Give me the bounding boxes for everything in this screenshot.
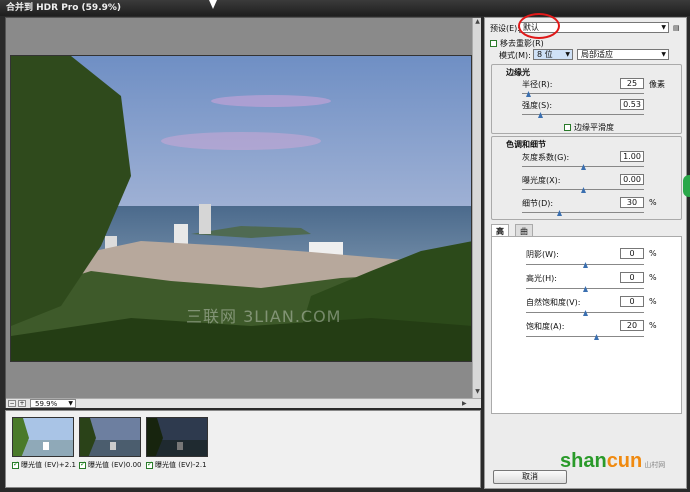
side-tab-icon xyxy=(683,175,690,197)
highlight-slider-thumb[interactable] xyxy=(583,286,588,292)
edge-smooth-label: 边缘平滑度 xyxy=(574,123,614,132)
thumbnail-item[interactable]: 曝光值 (EV)-2.1 xyxy=(146,417,210,475)
remove-ghost-checkbox[interactable] xyxy=(490,40,497,47)
exposure-input[interactable]: 0.00 xyxy=(620,174,644,185)
thumbnail-item[interactable]: 曝光值 (EV)0.00 xyxy=(79,417,143,475)
site-logo: shancun 山村网 xyxy=(560,450,665,473)
zoom-level-value: 59.9% xyxy=(35,400,58,408)
preset-menu-icon[interactable]: ▤ xyxy=(673,24,680,32)
vibrance-slider-thumb[interactable] xyxy=(583,310,588,316)
bit-depth-dropdown[interactable]: 8 位 ▼ xyxy=(533,49,573,60)
highlight-label: 高光(H): xyxy=(526,274,557,283)
preset-label: 预设(E): xyxy=(490,24,520,33)
method-value: 局部适应 xyxy=(581,50,613,59)
saturation-input[interactable]: 20 xyxy=(620,320,644,331)
zoom-out-icon[interactable]: − xyxy=(8,400,16,407)
radius-slider[interactable] xyxy=(522,91,644,97)
saturation-slider-thumb[interactable] xyxy=(594,334,599,340)
zoom-level-dropdown[interactable]: 59.9% ▼ xyxy=(30,399,76,408)
shadow-unit: % xyxy=(649,249,657,258)
edge-smooth-checkbox[interactable] xyxy=(564,124,571,131)
thumbnail-checkbox[interactable] xyxy=(79,460,86,469)
mode-label: 模式(M): xyxy=(499,51,531,60)
gamma-slider[interactable] xyxy=(522,164,644,170)
radius-unit: 像素 xyxy=(649,80,665,89)
detail-slider-thumb[interactable] xyxy=(557,210,562,216)
thumbnail-label: 曝光值 (EV)+2.1 xyxy=(21,461,76,469)
hdr-settings-panel: 预设(E): 默认 ▼ ▤ 移去重影(R) 模式(M): 8 位 ▼ 局部适应 … xyxy=(484,17,687,489)
thumbnail-item[interactable]: 曝光值 (EV)+2.1 xyxy=(12,417,76,475)
detail-input[interactable]: 30 xyxy=(620,197,644,208)
vibrance-unit: % xyxy=(649,297,657,306)
gamma-input[interactable]: 1.00 xyxy=(620,151,644,162)
thumbnail-checkbox[interactable] xyxy=(12,460,19,469)
advanced-tab-content: 阴影(W): 0 % 高光(H): 0 % 自然饱和度(V): 0 % 饱和度(… xyxy=(491,236,682,414)
tone-detail-title: 色调和细节 xyxy=(506,140,546,149)
thumbnail-label: 曝光值 (EV)0.00 xyxy=(88,461,142,469)
remove-ghost-label: 移去重影(R) xyxy=(500,39,544,48)
highlight-input[interactable]: 0 xyxy=(620,272,644,283)
tab-curve[interactable]: 曲线 xyxy=(515,224,533,247)
vibrance-input[interactable]: 0 xyxy=(620,296,644,307)
thumbnail-image xyxy=(146,417,208,457)
radius-label: 半径(R): xyxy=(522,80,553,89)
vibrance-slider[interactable] xyxy=(526,310,644,316)
shadow-label: 阴影(W): xyxy=(526,250,559,259)
highlight-unit: % xyxy=(649,273,657,282)
preview-vertical-scrollbar[interactable]: ▲ ▼ xyxy=(472,18,481,398)
strength-slider-thumb[interactable] xyxy=(538,112,543,118)
cancel-button[interactable]: 取消 xyxy=(493,470,567,484)
zoom-in-icon[interactable]: + xyxy=(18,400,26,407)
chevron-down-icon: ▼ xyxy=(565,51,570,58)
bit-depth-value: 8 位 xyxy=(537,50,553,59)
gamma-slider-thumb[interactable] xyxy=(581,164,586,170)
watermark-text: 三联网 3LIAN.COM xyxy=(186,307,342,326)
exposure-slider[interactable] xyxy=(522,187,644,193)
scroll-up-icon[interactable]: ▲ xyxy=(474,18,481,27)
chevron-down-icon: ▼ xyxy=(661,51,666,58)
logo-text-green: shan xyxy=(560,450,607,472)
highlight-slider[interactable] xyxy=(526,286,644,292)
mouse-cursor-icon xyxy=(209,0,217,9)
shadow-input[interactable]: 0 xyxy=(620,248,644,259)
edge-glow-group: 边缘光 半径(R): 25 像素 强度(S): 0.53 边缘平滑度 xyxy=(491,64,682,134)
logo-text-orange: cun xyxy=(606,450,643,472)
radius-input[interactable]: 25 xyxy=(620,78,644,89)
window-title: 合并到 HDR Pro (59.9%) xyxy=(0,0,690,16)
saturation-slider[interactable] xyxy=(526,334,644,340)
edge-glow-title: 边缘光 xyxy=(506,68,530,77)
thumbnail-label: 曝光值 (EV)-2.1 xyxy=(155,461,207,469)
thumbnail-checkbox[interactable] xyxy=(146,460,153,469)
strength-label: 强度(S): xyxy=(522,101,553,110)
gamma-label: 灰度系数(G): xyxy=(522,153,570,162)
scroll-right-icon[interactable]: ▶ xyxy=(462,400,467,407)
method-dropdown[interactable]: 局部适应 ▼ xyxy=(577,49,669,60)
strength-slider[interactable] xyxy=(522,112,644,118)
detail-unit: % xyxy=(649,198,657,207)
preview-horizontal-scrollbar[interactable]: − + 59.9% ▼ ▶ xyxy=(6,398,481,408)
radius-slider-thumb[interactable] xyxy=(526,91,531,97)
chevron-down-icon: ▼ xyxy=(661,24,666,31)
thumbnail-image xyxy=(79,417,141,457)
exposure-label: 曝光度(X): xyxy=(522,176,561,185)
thumbnail-image xyxy=(12,417,74,457)
saturation-unit: % xyxy=(649,321,657,330)
logo-small-text: 山村网 xyxy=(644,462,666,469)
annotation-circle xyxy=(518,13,560,39)
tone-detail-group: 色调和细节 灰度系数(G): 1.00 曝光度(X): 0.00 细节(D): … xyxy=(491,136,682,220)
chevron-down-icon: ▼ xyxy=(68,400,73,407)
detail-label: 细节(D): xyxy=(522,199,554,208)
saturation-label: 饱和度(A): xyxy=(526,322,565,331)
strength-input[interactable]: 0.53 xyxy=(620,99,644,110)
tab-advanced[interactable]: 高级 xyxy=(491,224,509,247)
source-thumbnails: 曝光值 (EV)+2.1 曝光值 (EV)0.00 曝光值 (EV)-2.1 xyxy=(5,410,481,488)
scroll-down-icon[interactable]: ▼ xyxy=(474,388,481,397)
preview-area[interactable]: 三联网 3LIAN.COM ▲ ▼ − + 59.9% ▼ ▶ xyxy=(5,17,481,408)
vibrance-label: 自然饱和度(V): xyxy=(526,298,581,307)
exposure-slider-thumb[interactable] xyxy=(581,187,586,193)
shadow-slider[interactable] xyxy=(526,262,644,268)
detail-slider[interactable] xyxy=(522,210,644,216)
shadow-slider-thumb[interactable] xyxy=(583,262,588,268)
